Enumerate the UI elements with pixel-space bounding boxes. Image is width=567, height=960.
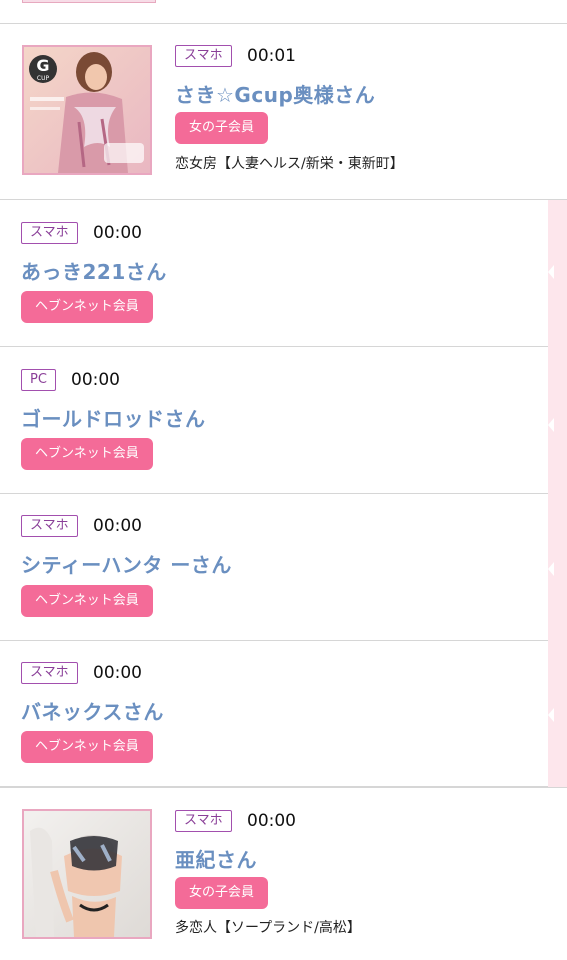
last-login-time: 00:00 <box>93 663 142 683</box>
list-item[interactable]: スマホ 00:00 シティーハンタ ーさん ヘブンネット会員 <box>0 494 548 641</box>
device-badge: PC <box>21 369 56 391</box>
last-login-time: 00:00 <box>93 223 142 243</box>
device-badge: スマホ <box>21 515 78 537</box>
rail-notch-icon <box>548 265 554 279</box>
last-login-time: 00:01 <box>247 46 296 66</box>
member-name-link[interactable]: シティーハンタ ーさん <box>21 549 232 578</box>
member-type-badge: 女の子会員 <box>175 112 269 144</box>
rail-notch-icon <box>548 418 554 432</box>
list-item[interactable]: G CUP スマホ 00:01 さき☆Gcup奥様さん 女の子会員 恋女房【人妻… <box>0 24 567 200</box>
device-badge: スマホ <box>21 222 78 244</box>
member-photo-thumbnail[interactable]: G CUP <box>22 45 152 175</box>
list-item[interactable]: スマホ 00:00 バネックスさん ヘブンネット会員 <box>0 641 548 787</box>
last-login-time: 00:00 <box>93 516 142 536</box>
shop-name[interactable]: 恋女房【人妻ヘルス/新栄・東新町】 <box>175 153 404 173</box>
rail-notch-icon <box>548 562 554 576</box>
device-badge: スマホ <box>21 662 78 684</box>
member-type-badge: ヘブンネット会員 <box>21 585 153 617</box>
g-cup-badge-icon: G CUP <box>29 55 57 83</box>
member-name-link[interactable]: バネックスさん <box>21 696 164 725</box>
member-type-badge: ヘブンネット会員 <box>21 291 153 323</box>
member-photo-thumbnail[interactable] <box>22 809 152 939</box>
member-type-badge: ヘブンネット会員 <box>21 731 153 763</box>
last-login-time: 00:00 <box>247 811 296 831</box>
member-type-badge: 女の子会員 <box>175 877 269 909</box>
list-item[interactable]: スマホ 00:00 あっき221さん ヘブンネット会員 <box>0 200 548 347</box>
member-name-link[interactable]: ゴールドロッドさん <box>21 403 206 432</box>
member-name-link[interactable]: さき☆Gcup奥様さん <box>175 79 375 108</box>
member-name-link[interactable]: あっき221さん <box>21 256 167 285</box>
last-login-time: 00:00 <box>71 370 120 390</box>
rail-notch-icon <box>548 708 554 722</box>
photo-image <box>24 811 150 937</box>
previous-thumbnail[interactable] <box>22 0 156 3</box>
shop-name[interactable]: 多恋人【ソープランド/高松】 <box>175 917 361 937</box>
member-name-link[interactable]: 亜紀さん <box>175 844 257 873</box>
device-badge: スマホ <box>175 45 232 67</box>
side-scroll-rail <box>548 200 567 787</box>
device-badge: スマホ <box>175 810 232 832</box>
member-type-badge: ヘブンネット会員 <box>21 438 153 470</box>
list-item[interactable]: PC 00:00 ゴールドロッドさん ヘブンネット会員 <box>0 347 548 494</box>
previous-list-item <box>0 0 567 24</box>
list-item[interactable]: スマホ 00:00 亜紀さん 女の子会員 多恋人【ソープランド/高松】 <box>0 788 567 960</box>
